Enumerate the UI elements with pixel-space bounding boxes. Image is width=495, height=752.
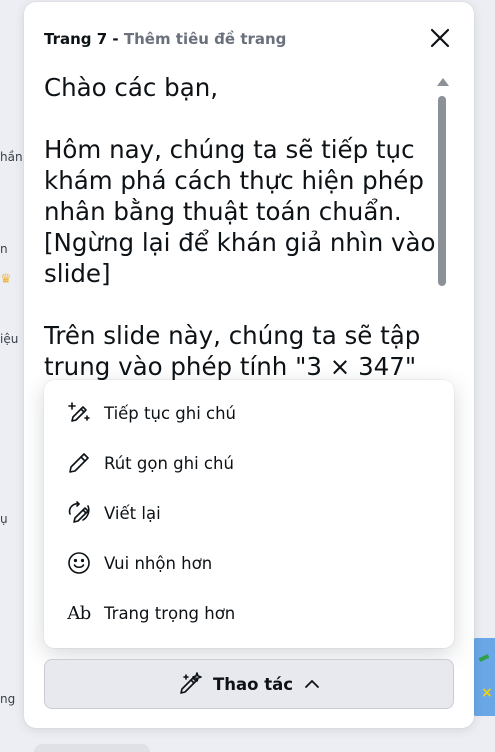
menu-item-label: Tiếp tục ghi chú <box>104 403 237 423</box>
chevron-up-icon <box>305 680 319 688</box>
notes-scrollbar[interactable] <box>436 78 449 378</box>
magic-wand-icon <box>180 672 202 694</box>
bg-bottom-tab <box>34 744 150 752</box>
bg-sidebar-text-1: hần <box>0 150 23 164</box>
menu-item-more-formal[interactable]: Ab Trang trọng hơn <box>44 588 454 638</box>
notes-paragraph: Chào các bạn, <box>44 73 219 102</box>
smiley-icon <box>66 550 92 576</box>
bg-slide-thumbnail: × <box>473 638 495 716</box>
bg-sidebar-text-2: n <box>0 242 8 256</box>
notes-paragraph: Trên slide này, chúng ta sẽ tập trung và… <box>44 321 421 381</box>
menu-item-label: Viết lại <box>104 503 161 523</box>
scroll-up-arrow-icon[interactable] <box>437 78 449 86</box>
close-button[interactable] <box>426 24 454 52</box>
bg-sidebar-text-4: ụ <box>0 512 8 526</box>
actions-button[interactable]: Thao tác <box>44 659 454 709</box>
menu-item-continue-notes[interactable]: Tiếp tục ghi chú <box>44 388 454 438</box>
actions-button-label: Thao tác <box>212 674 294 694</box>
rewrite-pen-icon <box>66 500 92 526</box>
crown-icon: ♛ <box>0 272 12 287</box>
panel-header: Trang 7 - Thêm tiêu đề trang <box>44 28 414 50</box>
actions-menu: Tiếp tục ghi chú Rút gọn ghi chú Viết lạ… <box>44 380 454 648</box>
ab-text-icon: Ab <box>67 602 91 624</box>
add-page-title-link[interactable]: Thêm tiêu đề trang <box>124 30 287 48</box>
notes-text-area[interactable]: Chào các bạn, Hôm nay, chúng ta sẽ tiếp … <box>44 72 436 387</box>
menu-item-label: Vui nhộn hơn <box>104 553 213 573</box>
close-icon <box>430 28 450 48</box>
magic-pen-plus-icon <box>66 400 92 426</box>
menu-item-label: Rút gọn ghi chú <box>104 453 234 473</box>
pencil-icon <box>66 450 92 476</box>
bg-sidebar-text-5: ng <box>0 692 16 706</box>
scrollbar-thumb[interactable] <box>438 96 446 286</box>
menu-item-shorten-notes[interactable]: Rút gọn ghi chú <box>44 438 454 488</box>
menu-item-label: Trang trọng hơn <box>104 603 236 623</box>
menu-item-rewrite[interactable]: Viết lại <box>44 488 454 538</box>
menu-item-more-fun[interactable]: Vui nhộn hơn <box>44 538 454 588</box>
bg-sidebar-text-3: iệu <box>0 332 19 346</box>
page-number-label: Trang 7 <box>44 30 108 48</box>
notes-paragraph: Hôm nay, chúng ta sẽ tiếp tục khám phá c… <box>44 135 436 288</box>
header-separator: - <box>107 30 124 48</box>
